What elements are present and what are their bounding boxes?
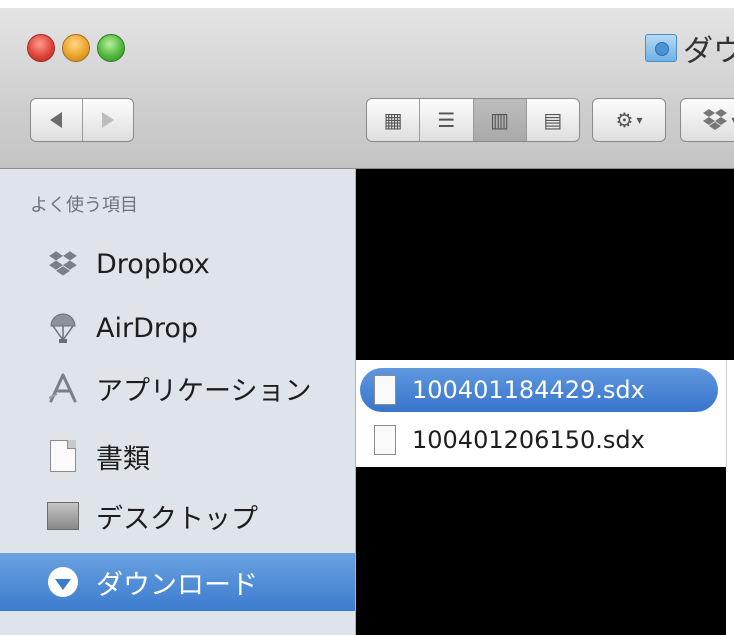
sidebar-item-label: デスクトップ [96, 503, 258, 535]
desktop-icon [46, 499, 80, 533]
downloads-folder-icon [645, 34, 677, 62]
applications-icon [46, 371, 80, 405]
minimize-button[interactable] [62, 34, 90, 62]
airdrop-icon [46, 311, 80, 345]
column-view-icon: ▥ [490, 108, 510, 132]
icon-view-button[interactable]: ▦ [367, 99, 421, 141]
window-title-area: ダウ [645, 28, 734, 69]
sidebar-item-documents[interactable]: 書類 [0, 427, 355, 485]
list-view-icon: ☰ [437, 108, 456, 132]
gear-icon: ⚙ [615, 108, 634, 132]
back-arrow-icon [50, 112, 63, 128]
file-name: 100401206150.sdx [412, 426, 645, 454]
zoom-button[interactable] [97, 34, 125, 62]
view-mode-group: ▦ ☰ ▥ ▤ [366, 98, 580, 142]
redacted-area-bottom [356, 467, 726, 635]
close-button[interactable] [27, 34, 55, 62]
sidebar-item-label: AirDrop [96, 312, 199, 344]
file-icon [374, 425, 396, 455]
sidebar-item-airdrop[interactable]: AirDrop [0, 299, 355, 357]
file-icon [374, 375, 396, 405]
window-title: ダウ [683, 34, 734, 69]
sidebar-item-dropbox[interactable]: Dropbox [0, 235, 355, 293]
sidebar: よく使う項目 Dropbox AirDrop アプリケーション 書類 デスクトッ… [0, 169, 356, 635]
dropbox-toolbar-button[interactable]: ▾ [680, 98, 734, 142]
list-view-button[interactable]: ☰ [420, 99, 474, 141]
sidebar-item-applications[interactable]: アプリケーション [0, 359, 355, 417]
sidebar-item-downloads[interactable]: ダウンロード [0, 553, 355, 611]
coverflow-view-button[interactable]: ▤ [527, 99, 579, 141]
sidebar-item-label: Dropbox [96, 248, 210, 280]
action-menu-button[interactable]: ⚙ ▾ [592, 98, 666, 142]
column-view-button[interactable]: ▥ [473, 99, 527, 141]
sidebar-item-desktop[interactable]: デスクトップ [0, 487, 355, 545]
sidebar-item-label: アプリケーション [96, 375, 312, 407]
back-button[interactable] [31, 99, 82, 141]
file-name: 100401184429.sdx [412, 376, 645, 404]
documents-icon [46, 439, 80, 473]
top-strip [0, 0, 734, 8]
redacted-area-top [356, 169, 734, 360]
file-row[interactable]: 100401206150.sdx [360, 418, 718, 462]
downloads-icon [46, 565, 80, 599]
toolbar: ダウ ▦ ☰ ▥ ▤ ⚙ ▾ [0, 8, 734, 169]
file-row-selected[interactable]: 100401184429.sdx [360, 368, 718, 412]
dropbox-icon [703, 109, 728, 130]
column-divider[interactable] [726, 360, 727, 467]
coverflow-view-icon: ▤ [543, 108, 563, 132]
forward-arrow-icon [101, 112, 114, 128]
icon-view-icon: ▦ [383, 108, 403, 132]
nav-button-group [30, 98, 134, 142]
dropbox-icon [46, 247, 80, 281]
forward-button[interactable] [83, 99, 134, 141]
sidebar-section-header: よく使う項目 [30, 195, 138, 216]
finder-window: ダウ ▦ ☰ ▥ ▤ ⚙ ▾ よく使う項目 Dropbox AirDrop アプ… [0, 0, 734, 635]
sidebar-item-label: 書類 [96, 443, 150, 475]
chevron-down-icon: ▾ [636, 113, 643, 127]
sidebar-item-label: ダウンロード [96, 569, 258, 601]
